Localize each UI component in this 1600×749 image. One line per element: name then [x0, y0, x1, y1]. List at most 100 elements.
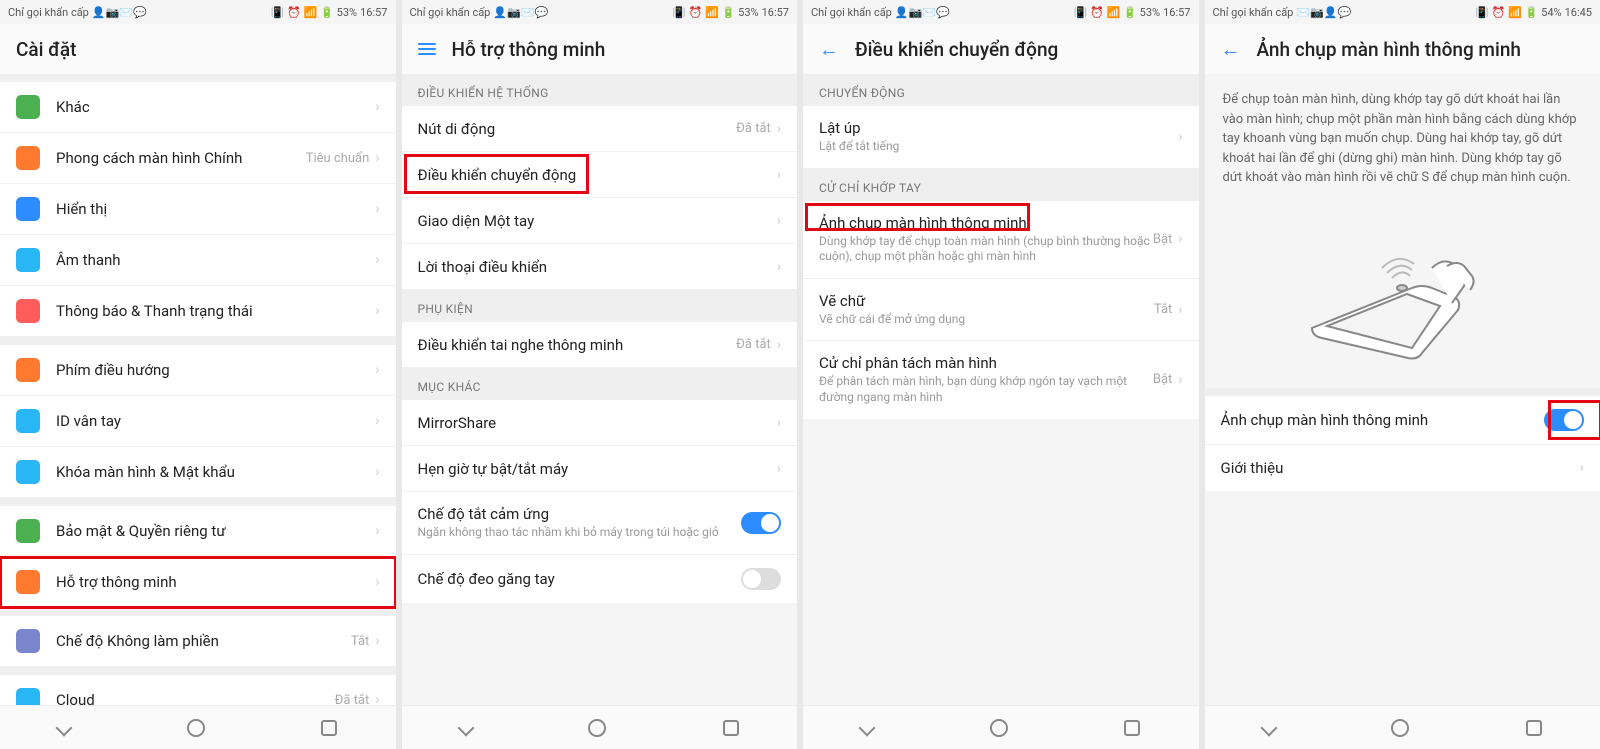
back-icon[interactable]: ←	[819, 37, 839, 62]
list-row[interactable]: Lật úpLật để tắt tiếng›	[803, 106, 1199, 169]
motion-control-list[interactable]: CHUYỂN ĐỘNGLật úpLật để tắt tiếng›CỬ CHỈ…	[803, 74, 1199, 705]
list-row[interactable]: Điều khiển chuyển động›	[402, 152, 798, 198]
chevron-icon: ›	[777, 415, 781, 431]
row-label: ID vân tay	[56, 412, 375, 430]
row-label: Chế độ tắt cảm ứng	[418, 505, 742, 523]
row-icon	[16, 629, 40, 653]
chevron-icon: ›	[777, 167, 781, 183]
nav-back-button[interactable]	[56, 719, 73, 736]
row-label: Giao diện Một tay	[418, 212, 777, 230]
screen-smart-screenshot: Chỉ gọi khẩn cấp ✉️📷👤💬 📳 ⏰ 📶 🔋54% 16:45 …	[1205, 0, 1600, 749]
settings-row[interactable]: ID vân tay ›	[0, 396, 396, 447]
row-label: Chế độ Không làm phiền	[56, 632, 351, 650]
smart-screenshot-content: Để chụp toàn màn hình, dùng khớp tay gõ …	[1205, 74, 1600, 705]
row-icon	[16, 95, 40, 119]
list-row[interactable]: Điều khiển tai nghe thông minhĐã tắt›	[402, 322, 798, 368]
row-icon	[16, 688, 40, 705]
row-value: Tiêu chuẩn	[306, 151, 370, 166]
chevron-icon: ›	[375, 692, 379, 705]
status-bar: Chỉ gọi khẩn cấp 👤📷✉️💬 📳 ⏰ 📶 🔋53% 16:57	[0, 0, 396, 24]
chevron-icon: ›	[1178, 302, 1182, 318]
settings-row[interactable]: Cloud Đã tắt ›	[0, 675, 396, 705]
row-icon	[16, 248, 40, 272]
row-subtitle: Ngăn không thao tác nhầm khi bỏ máy tron…	[418, 525, 742, 541]
list-row[interactable]: Giao diện Một tay›	[402, 198, 798, 244]
row-label: Khóa màn hình & Mật khẩu	[56, 463, 375, 481]
toggle[interactable]	[741, 568, 781, 590]
header: ← Ảnh chụp màn hình thông minh	[1205, 24, 1600, 74]
screen-motion-control: Chỉ gọi khẩn cấp 👤📷✉️💬 📳 ⏰ 📶 🔋53% 16:57 …	[803, 0, 1199, 749]
about-row[interactable]: Giới thiệu ›	[1205, 445, 1600, 491]
screen-smart-assist: Chỉ gọi khẩn cấp 👤📷✉️💬 📳 ⏰ 📶 🔋53% 16:57 …	[402, 0, 798, 749]
list-row[interactable]: Cử chỉ phân tách màn hìnhĐể phân tách mà…	[803, 341, 1199, 418]
settings-row[interactable]: Hiển thị ›	[0, 184, 396, 235]
row-icon	[16, 358, 40, 382]
row-label: Nút di động	[418, 120, 737, 138]
nav-recent-button[interactable]	[723, 720, 739, 736]
nav-recent-button[interactable]	[321, 720, 337, 736]
smart-screenshot-toggle[interactable]	[1544, 409, 1584, 431]
settings-row[interactable]: Hỗ trợ thông minh ›	[0, 557, 396, 608]
nav-back-button[interactable]	[1260, 719, 1277, 736]
settings-row[interactable]: Phong cách màn hình Chính Tiêu chuẩn ›	[0, 133, 396, 184]
settings-row[interactable]: Khóa màn hình & Mật khẩu ›	[0, 447, 396, 498]
chevron-icon: ›	[375, 413, 379, 429]
nav-home-button[interactable]	[187, 719, 205, 737]
list-row[interactable]: MirrorShare›	[402, 400, 798, 446]
settings-row[interactable]: Bảo mật & Quyền riêng tư ›	[0, 506, 396, 557]
list-row[interactable]: Lời thoại điều khiển›	[402, 244, 798, 290]
row-label: MirrorShare	[418, 414, 777, 432]
nav-home-button[interactable]	[990, 719, 1008, 737]
row-value: Đã tắt	[736, 121, 771, 136]
chevron-icon: ›	[375, 633, 379, 649]
list-row[interactable]: Vẽ chữVẽ chữ cái để mở ứng dụngTắt›	[803, 279, 1199, 342]
chevron-icon: ›	[375, 362, 379, 378]
nav-recent-button[interactable]	[1124, 720, 1140, 736]
settings-row[interactable]: Chế độ Không làm phiền Tắt ›	[0, 616, 396, 667]
list-row[interactable]: Chế độ tắt cảm ứng Ngăn không thao tác nh…	[402, 492, 798, 555]
row-label: Khác	[56, 98, 375, 116]
row-subtitle: Vẽ chữ cái để mở ứng dụng	[819, 312, 1154, 328]
row-label: Điều khiển chuyển động	[418, 166, 777, 184]
list-row[interactable]: Ảnh chụp màn hình thông minhDùng khớp ta…	[803, 201, 1199, 279]
nav-bar	[0, 705, 396, 749]
chevron-icon: ›	[375, 574, 379, 590]
settings-list[interactable]: Khác › Phong cách màn hình Chính Tiêu ch…	[0, 74, 396, 705]
nav-recent-button[interactable]	[1526, 720, 1542, 736]
nav-back-button[interactable]	[457, 719, 474, 736]
back-icon[interactable]: ←	[1221, 37, 1241, 62]
status-battery: 53%	[337, 6, 357, 19]
chevron-icon: ›	[1178, 231, 1182, 247]
row-value: Đã tắt	[736, 337, 771, 352]
menu-icon[interactable]	[418, 43, 436, 55]
settings-row[interactable]: Thông báo & Thanh trạng thái ›	[0, 286, 396, 337]
smart-screenshot-toggle-row[interactable]: Ảnh chụp màn hình thông minh	[1205, 396, 1600, 445]
nav-home-button[interactable]	[588, 719, 606, 737]
chevron-icon: ›	[777, 461, 781, 477]
nav-back-button[interactable]	[859, 719, 876, 736]
settings-row[interactable]: Phím điều hướng ›	[0, 345, 396, 396]
list-row[interactable]: Nút di độngĐã tắt›	[402, 106, 798, 152]
nav-home-button[interactable]	[1391, 719, 1409, 737]
illustration	[1205, 198, 1600, 388]
screen-settings: Chỉ gọi khẩn cấp 👤📷✉️💬 📳 ⏰ 📶 🔋53% 16:57 …	[0, 0, 396, 749]
list-row[interactable]: Hẹn giờ tự bật/tắt máy›	[402, 446, 798, 492]
settings-row[interactable]: Khác ›	[0, 82, 396, 133]
toggle[interactable]	[741, 512, 781, 534]
row-label: Âm thanh	[56, 251, 375, 269]
chevron-icon: ›	[375, 303, 379, 319]
settings-row[interactable]: Âm thanh ›	[0, 235, 396, 286]
row-label: Hiển thị	[56, 200, 375, 218]
section-header: MỤC KHÁC	[402, 368, 798, 400]
header: Hỗ trợ thông minh	[402, 24, 798, 74]
page-title: Điều khiển chuyển động	[855, 38, 1058, 61]
chevron-icon: ›	[777, 259, 781, 275]
row-label: Phím điều hướng	[56, 361, 375, 379]
smart-assist-list[interactable]: ĐIỀU KHIỂN HỆ THỐNGNút di độngĐã tắt›Điề…	[402, 74, 798, 705]
row-label: Thông báo & Thanh trạng thái	[56, 302, 375, 320]
row-icon	[16, 299, 40, 323]
row-label: Hẹn giờ tự bật/tắt máy	[418, 460, 777, 478]
list-row[interactable]: Chế độ đeo găng tay	[402, 555, 798, 603]
status-bar: Chỉ gọi khẩn cấp 👤📷✉️💬 📳 ⏰ 📶 🔋53% 16:57	[803, 0, 1199, 24]
row-label: Phong cách màn hình Chính	[56, 149, 306, 167]
